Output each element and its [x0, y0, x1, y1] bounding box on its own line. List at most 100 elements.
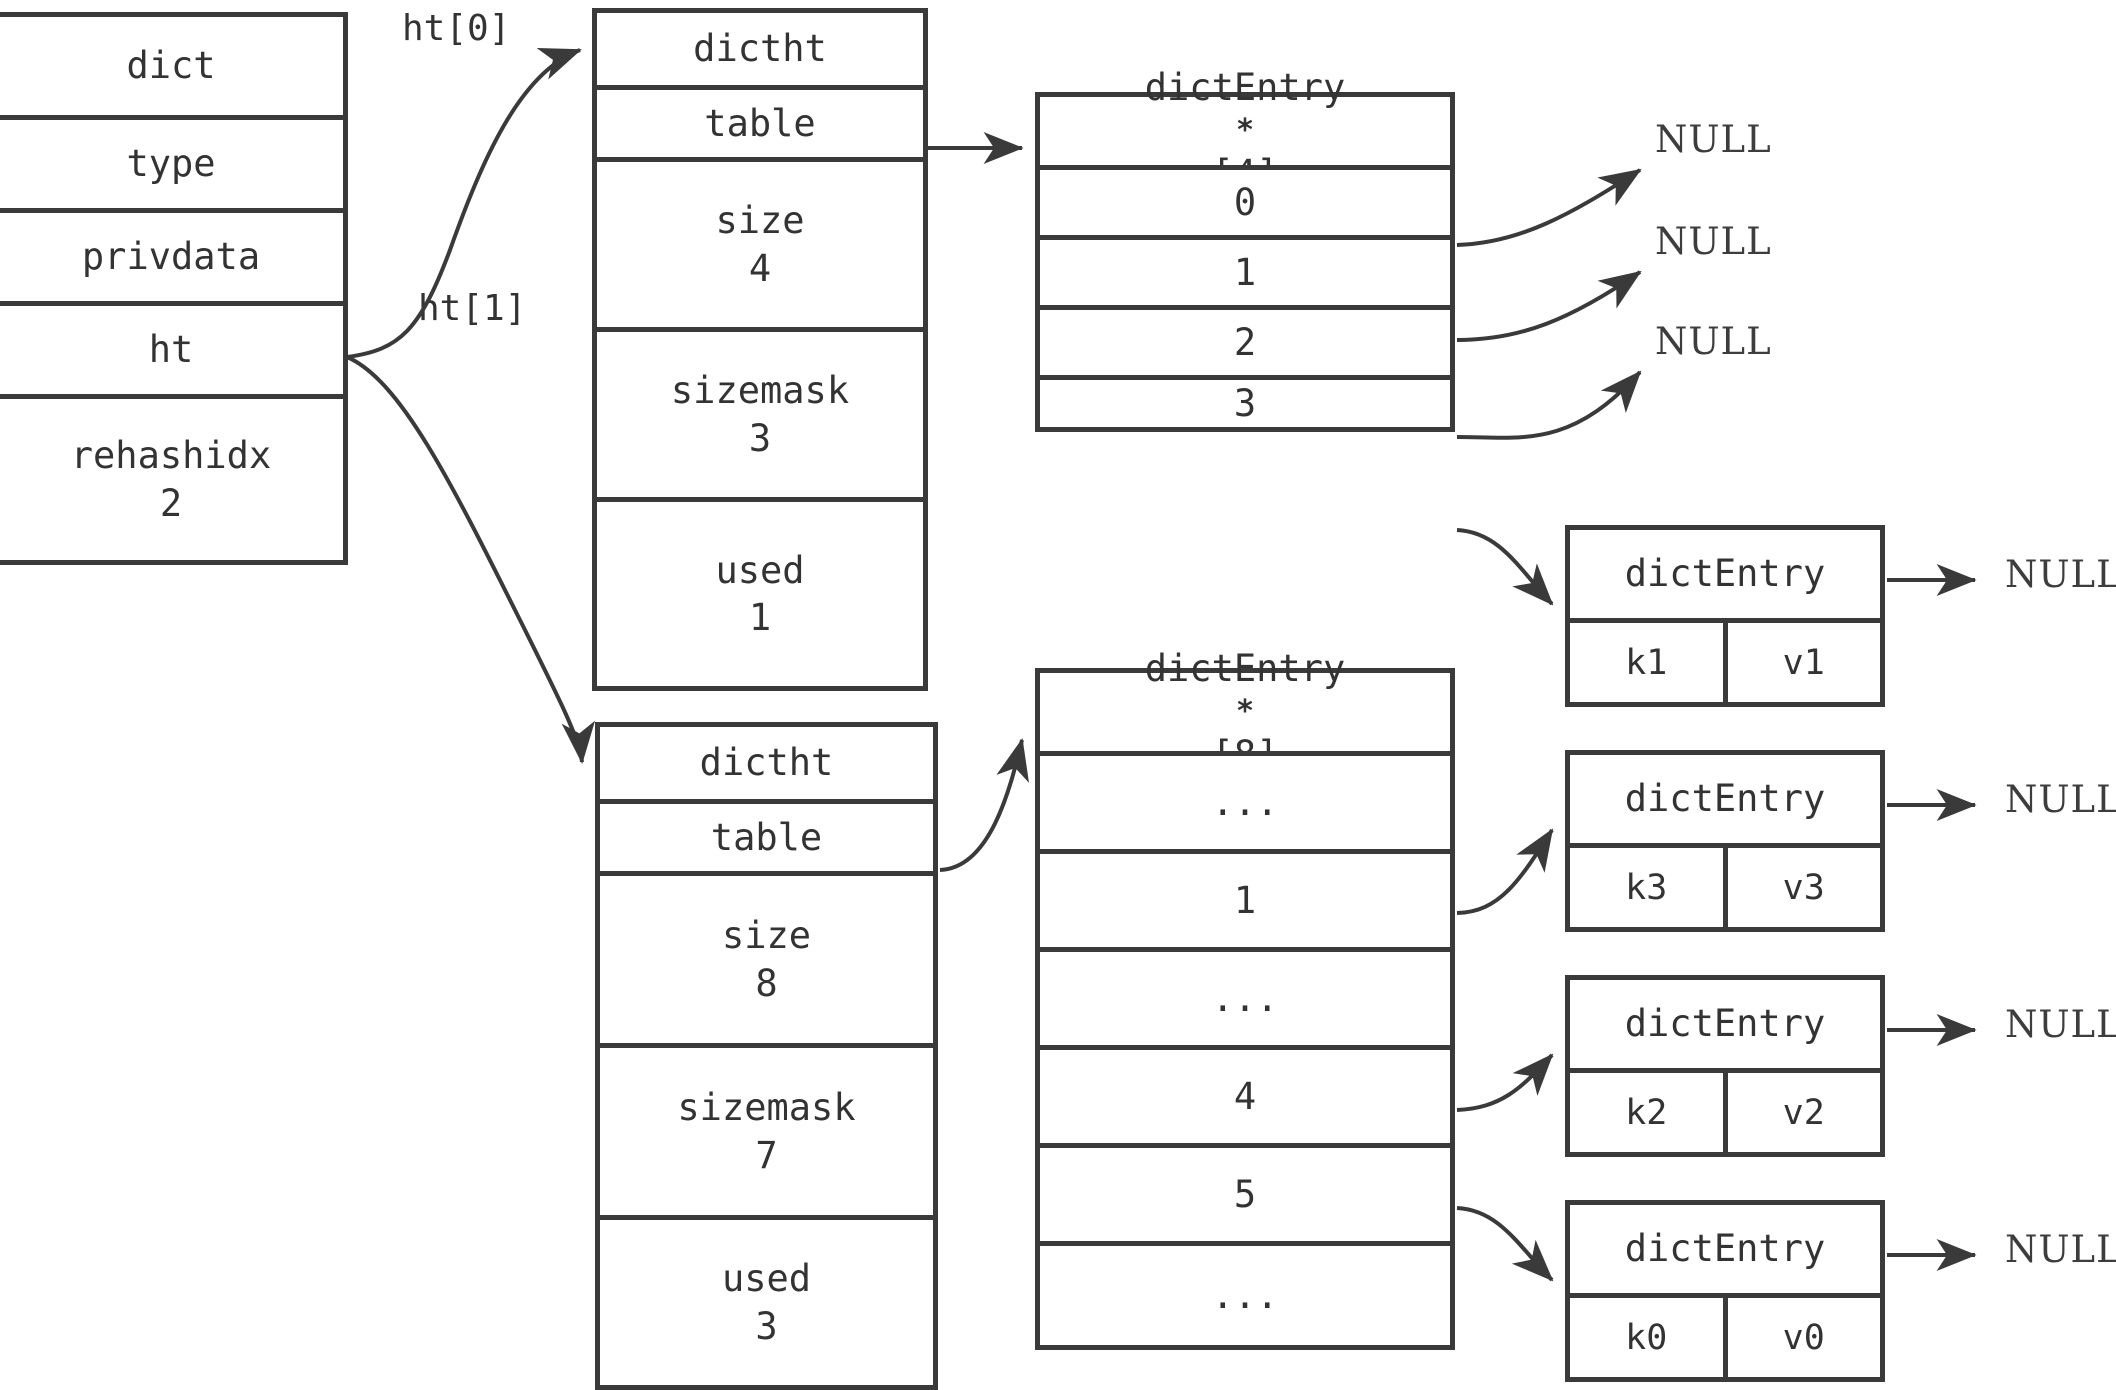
dict-entry-node-2-value: v2: [1722, 1073, 1881, 1152]
table1-slot-1-label: 1: [1233, 878, 1257, 922]
dict-field-rehashidx-label: rehashidx: [70, 434, 272, 478]
dictht0-header-label: dictht: [693, 27, 827, 71]
dict-entry-node-2: dictEntry k2 v2: [1565, 975, 1885, 1157]
arrow-slot1-entry: [1456, 828, 1554, 915]
null-slot-0: NULL: [1655, 118, 1772, 161]
dictht0-field-used-label: used: [715, 548, 805, 592]
dict-entry-node-2-header: dictEntry: [1570, 980, 1880, 1068]
table1-struct: dictEntry*[8] ... 1 ... 4 5 ...: [1035, 647, 1455, 1350]
dict-entry-node-2-key: k2: [1625, 1092, 1668, 1133]
table1-slot-3-label: 4: [1233, 1074, 1257, 1118]
dict-entry-node-0-header-label: dictEntry: [1624, 552, 1826, 596]
table1-slot-2-label: ...: [1211, 976, 1279, 1020]
dictht1-field-table: table: [600, 799, 933, 871]
table1-slot-1: 1: [1040, 849, 1450, 947]
dictht0-field-sizemask-label: sizemask: [670, 369, 850, 413]
dict-entry-node-3: dictEntry k0 v0: [1565, 1200, 1885, 1382]
dict-entry-node-1-kv: k3 v3: [1570, 843, 1880, 927]
dict-entry-node-3-key: k0: [1625, 1317, 1668, 1358]
table1-slot-5-label: ...: [1211, 1273, 1279, 1317]
dict-entry-node-1-key: k3: [1625, 867, 1668, 908]
dict-field-rehashidx-value: 2: [159, 481, 183, 525]
dict-entry-node-3-header-label: dictEntry: [1624, 1227, 1826, 1271]
null-slot-2: NULL: [1655, 320, 1772, 363]
table0-slot-1-label: 1: [1233, 250, 1257, 294]
dictht0-header-row: dictht: [597, 13, 923, 85]
dictht1-field-sizemask-label: sizemask: [677, 1086, 856, 1130]
ht0-pointer-label: ht[0]: [402, 8, 511, 49]
dictht1-header-row: dictht: [600, 727, 933, 799]
dictht1-field-size: size 8: [600, 871, 933, 1043]
dict-header-row: dict: [0, 17, 343, 115]
dict-entry-node-2-header-label: dictEntry: [1624, 1002, 1826, 1046]
dict-struct: dict type privdata ht rehashidx 2: [0, 12, 348, 565]
table1-slot-4-label: 5: [1233, 1172, 1257, 1216]
table1-slot-2: ...: [1040, 947, 1450, 1045]
dict-entry-node-0-key: k1: [1625, 642, 1668, 683]
dictht0-field-size: size 4: [597, 157, 923, 327]
dict-field-rehashidx: rehashidx 2: [0, 394, 343, 560]
table1-slot-5: ...: [1040, 1241, 1450, 1345]
dict-entry-node-2-kv: k2 v2: [1570, 1068, 1880, 1152]
table0-header-star: *: [1235, 112, 1255, 148]
table0-slot-1: 1: [1040, 234, 1450, 305]
dict-entry-node-0-next-null: NULL: [2005, 553, 2116, 596]
dict-field-privdata: privdata: [0, 208, 343, 301]
arrow-slot1-null: [1456, 270, 1642, 342]
dictht0-field-used: used 1: [597, 497, 923, 686]
dict-entry-node-3-kv: k0 v0: [1570, 1293, 1880, 1377]
table0-slot-2-label: 2: [1233, 320, 1257, 364]
arrow-slot4-entry: [1456, 1053, 1554, 1112]
arrow-ht1: [346, 355, 596, 764]
table0-header-row: dictEntry*[4]: [1040, 66, 1450, 195]
arrow-slot2-null: [1456, 370, 1642, 440]
dictht1-header-label: dictht: [699, 741, 834, 785]
dict-entry-node-1-value: v3: [1722, 848, 1881, 927]
table1-slot-3: 4: [1040, 1045, 1450, 1143]
arrow-slot0-null: [1456, 168, 1642, 247]
dict-header-label: dict: [126, 44, 216, 88]
dictht1-field-size-value: 8: [755, 961, 778, 1005]
dictht1-field-size-label: size: [721, 914, 812, 958]
table1-slot-4: 5: [1040, 1143, 1450, 1241]
dictht0-field-table: table: [597, 85, 923, 157]
dict-entry-node-0-value: v1: [1722, 623, 1881, 702]
dict-entry-node-1-header-label: dictEntry: [1624, 777, 1826, 821]
table0-slot-3: 3: [1040, 374, 1450, 427]
table0-slot-0: 0: [1040, 165, 1450, 235]
dict-field-type: type: [0, 115, 343, 208]
table0-header-prefix: dictEntry: [1144, 66, 1346, 110]
dict-entry-node-3-next-null: NULL: [2005, 1228, 2116, 1271]
dict-field-ht: ht: [0, 301, 343, 394]
arrow-table1: [939, 738, 1030, 872]
dictht0-struct: dictht table size 4 sizemask 3 used 1: [592, 8, 928, 691]
table0-slot-3-label: 3: [1233, 381, 1257, 425]
table1-header-prefix: dictEntry: [1144, 647, 1346, 691]
dictht1-field-used-label: used: [721, 1257, 812, 1301]
dict-field-type-label: type: [126, 142, 216, 186]
dict-entry-node-3-header: dictEntry: [1570, 1205, 1880, 1293]
dictht1-field-table-label: table: [710, 815, 823, 859]
table1-slot-0: ...: [1040, 751, 1450, 849]
dict-entry-node-1: dictEntry k3 v3: [1565, 750, 1885, 932]
dictht0-field-size-label: size: [715, 199, 805, 243]
dictht1-field-used: used 3: [600, 1215, 933, 1385]
dictht0-field-table-label: table: [704, 101, 816, 145]
dictht0-field-used-value: 1: [748, 596, 772, 639]
table0-slot-0-label: 0: [1233, 180, 1257, 224]
dict-entry-node-0-header: dictEntry: [1570, 530, 1880, 618]
table1-header-star: *: [1235, 693, 1255, 729]
dictht1-field-sizemask-value: 7: [755, 1133, 778, 1177]
dict-entry-node-3-value: v0: [1722, 1298, 1881, 1377]
dictht0-field-size-value: 4: [748, 246, 772, 290]
table0-slot-2: 2: [1040, 304, 1450, 375]
arrow-slot3-entry: [1456, 528, 1554, 606]
dictht1-field-sizemask: sizemask 7: [600, 1043, 933, 1215]
diagram-canvas: dict type privdata ht rehashidx 2 ht[0] …: [0, 0, 2116, 1390]
dict-field-ht-label: ht: [148, 328, 194, 372]
dictht0-field-sizemask: sizemask 3: [597, 327, 923, 497]
dict-entry-node-1-header: dictEntry: [1570, 755, 1880, 843]
dictht1-field-used-value: 3: [755, 1304, 778, 1348]
dict-entry-node-0: dictEntry k1 v1: [1565, 525, 1885, 707]
table1-slot-0-label: ...: [1211, 780, 1279, 824]
